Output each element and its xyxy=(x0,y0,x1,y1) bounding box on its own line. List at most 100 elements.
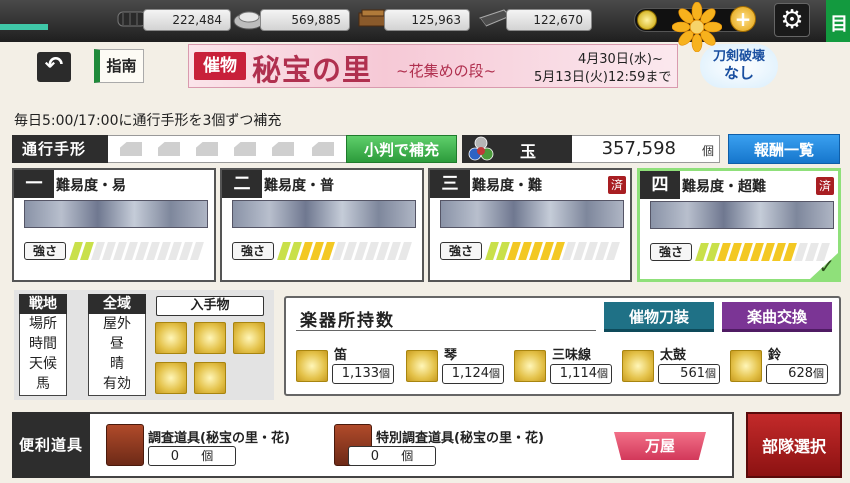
strength-segment xyxy=(606,242,620,260)
instrument-name: 鈴 xyxy=(768,348,782,363)
flute-item-icon xyxy=(155,322,187,354)
environment-value: 晴 xyxy=(110,356,124,372)
stamina-bar xyxy=(0,24,48,30)
instrument-count: 561個 xyxy=(658,364,720,384)
instrument-name: 太鼓 xyxy=(660,348,687,363)
tool-count-unit: 個 xyxy=(401,449,414,463)
instrument-count-value: 1,124 xyxy=(451,366,489,381)
strength-meter xyxy=(277,242,414,260)
whetstone-count: 122,670 xyxy=(506,9,592,31)
back-button[interactable]: ↶ xyxy=(37,52,71,82)
tool-count: 0 個 xyxy=(348,446,436,466)
bell-icon xyxy=(730,350,762,382)
difficulty-number: 二 xyxy=(222,170,262,198)
map-preview xyxy=(440,200,624,228)
no-break-badge: 刀剣破壊 なし xyxy=(700,44,778,88)
instrument-name: 琴 xyxy=(444,348,458,363)
difficulty-card[interactable]: 二難易度・普強さ xyxy=(220,168,424,282)
instrument-count: 1,133個 xyxy=(332,364,394,384)
pass-label: 通行手形 xyxy=(12,135,108,163)
strength-segment xyxy=(190,242,204,260)
environment-value: 屋外 xyxy=(103,316,131,332)
unit-select-button[interactable]: 部隊選択 xyxy=(746,412,842,478)
instrument-count-unit: 個 xyxy=(705,367,716,380)
tools-label: 便利道具 xyxy=(12,412,90,478)
environment-key: 天候 xyxy=(29,356,57,372)
shamisen-icon xyxy=(514,350,546,382)
instrument-count-unit: 個 xyxy=(597,367,608,380)
charcoal-count: 222,484 xyxy=(143,9,231,31)
event-title: 秘宝の里 xyxy=(252,53,373,87)
strength-segment xyxy=(816,243,830,261)
instrument-count-value: 561 xyxy=(680,366,705,381)
instrument-count-unit: 個 xyxy=(489,367,500,380)
cleared-badge: 済 xyxy=(608,176,626,194)
orb-label: 玉 xyxy=(520,142,537,161)
strength-meter xyxy=(485,242,622,260)
shamisen-item-icon xyxy=(233,322,265,354)
tool-name: 調査道具(秘宝の里・花) xyxy=(148,431,290,446)
instrument-count-value: 1,133 xyxy=(341,366,379,381)
event-end-date: 5月13日(火)12:59まで xyxy=(534,70,672,85)
tool-count-value: 0 xyxy=(170,449,180,464)
orb-icon xyxy=(468,136,494,161)
strength-label: 強さ xyxy=(650,243,692,261)
instrument-count: 1,114個 xyxy=(550,364,612,384)
event-badge: 催物 xyxy=(194,52,246,80)
reward-list-button[interactable]: 報酬一覧 xyxy=(728,134,840,164)
side-menu-tab[interactable]: 目 xyxy=(826,0,850,42)
instrument-count-unit: 個 xyxy=(813,367,824,380)
environment-value: 全域 xyxy=(88,294,146,314)
koto-icon xyxy=(406,350,438,382)
difficulty-card[interactable]: 一難易度・易 強さ xyxy=(12,168,216,282)
bell-item-icon xyxy=(194,362,226,394)
strength-label: 強さ xyxy=(24,242,66,260)
difficulty-title: 難易度・難 xyxy=(472,178,542,194)
instrument-count: 1,124個 xyxy=(442,364,504,384)
instrument-title: 楽器所持数 xyxy=(300,311,395,331)
taiko-item-icon xyxy=(155,362,187,394)
cleared-badge: 済 xyxy=(816,177,834,195)
settings-gear-icon[interactable]: ⚙ xyxy=(774,3,810,37)
event-subtitle: ~花集めの段~ xyxy=(396,62,497,80)
tool-count-unit: 個 xyxy=(201,449,214,463)
instrument-name: 笛 xyxy=(334,348,348,363)
difficulty-card[interactable]: 四難易度・超難済強さ ✓ xyxy=(637,168,841,282)
shop-button[interactable]: 万屋 xyxy=(614,432,706,460)
instrument-count-value: 628 xyxy=(788,366,813,381)
cooling-count: 125,963 xyxy=(384,9,470,31)
strength-segment xyxy=(398,242,412,260)
koban-icon xyxy=(637,10,657,30)
environment-key: 戦地 xyxy=(19,294,67,314)
guide-button[interactable]: 指南 xyxy=(94,49,144,83)
refill-with-koban-button[interactable]: 小判で補充 xyxy=(346,135,457,163)
instrument-count: 628個 xyxy=(766,364,828,384)
difficulty-number: 一 xyxy=(14,170,54,198)
orb-unit: 個 xyxy=(702,144,715,158)
event-sword-equipment-button[interactable]: 催物刀装 xyxy=(604,302,714,332)
difficulty-title: 難易度・普 xyxy=(264,178,334,194)
survey-tool-icon xyxy=(106,424,144,466)
divider xyxy=(296,330,596,331)
song-exchange-button[interactable]: 楽曲交換 xyxy=(722,302,832,332)
refill-notice: 毎日5:00/17:00に通行手形を3個ずつ補充 xyxy=(14,113,282,129)
tool-name: 特別調査道具(秘宝の里・花) xyxy=(376,431,544,446)
difficulty-number: 三 xyxy=(430,170,470,198)
steel-count: 569,885 xyxy=(260,9,350,31)
difficulty-card[interactable]: 三難易度・難 済強さ xyxy=(428,168,632,282)
difficulty-number: 四 xyxy=(640,171,680,199)
acquirable-items-label: 入手物 xyxy=(156,296,264,316)
environment-key: 馬 xyxy=(36,376,50,392)
taiko-icon xyxy=(622,350,654,382)
strength-label: 強さ xyxy=(232,242,274,260)
map-preview xyxy=(232,200,416,228)
tool-count-value: 0 xyxy=(370,449,380,464)
difficulty-title: 難易度・超難 xyxy=(682,179,766,195)
map-preview xyxy=(650,201,834,229)
environment-key: 場所 xyxy=(29,316,57,332)
no-break-line1: 刀剣破壊 xyxy=(712,49,765,64)
strength-label: 強さ xyxy=(440,242,482,260)
add-koban-button[interactable]: + xyxy=(730,6,756,32)
event-start-date: 4月30日(水)~ xyxy=(578,52,663,67)
flute-icon xyxy=(296,350,328,382)
